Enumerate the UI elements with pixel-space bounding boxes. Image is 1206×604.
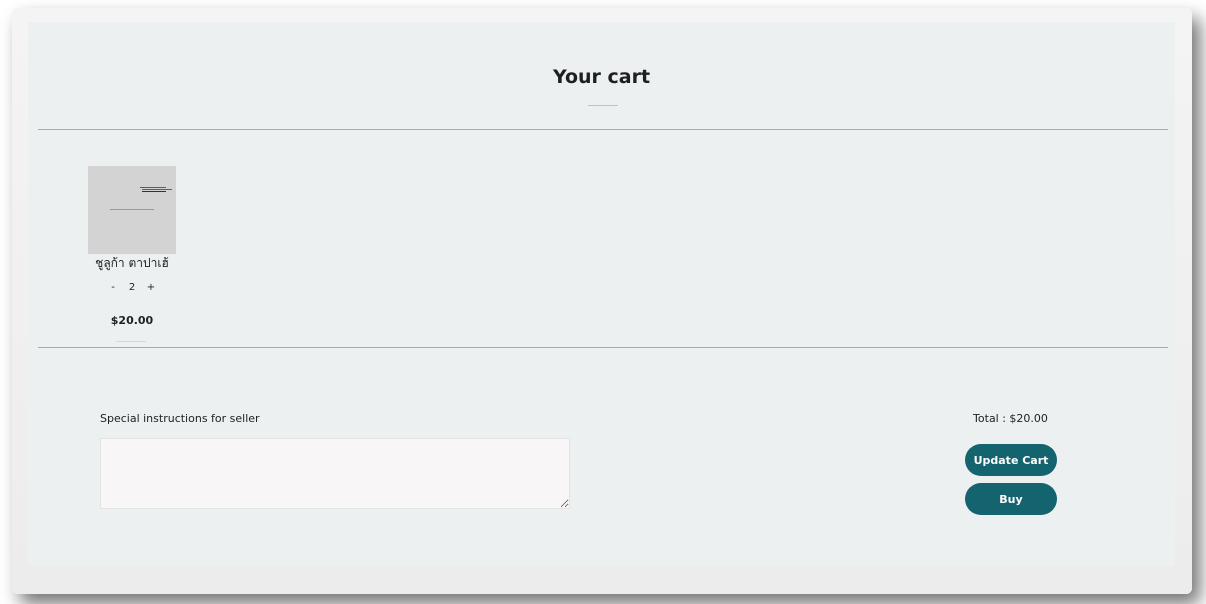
quantity-value[interactable]: 2 [125,282,139,293]
update-cart-button[interactable]: Update Cart [965,444,1057,476]
line-item-price: $20.00 [110,314,154,327]
buy-button[interactable]: Buy [965,483,1057,515]
product-name[interactable]: ชูลูก้า ตาปาเฮ้ [68,254,196,273]
divider [38,129,1168,130]
instructions-field[interactable] [100,438,570,509]
price-underline [116,341,146,342]
page-title: Your cart [552,66,651,88]
divider [38,347,1168,348]
title-underline [588,105,618,106]
decrement-button[interactable]: - [108,282,118,293]
product-thumbnail[interactable] [88,166,176,254]
quantity-stepper: - 2 + [108,280,156,294]
instructions-label: Special instructions for seller [100,412,260,425]
window-frame: Your cart ชูลูก้า ตาปาเฮ้ - 2 + $20.00 S… [12,8,1192,594]
increment-button[interactable]: + [146,282,156,293]
cart-page: Your cart ชูลูก้า ตาปาเฮ้ - 2 + $20.00 S… [28,22,1175,566]
cart-total: Total : $20.00 [973,412,1048,425]
